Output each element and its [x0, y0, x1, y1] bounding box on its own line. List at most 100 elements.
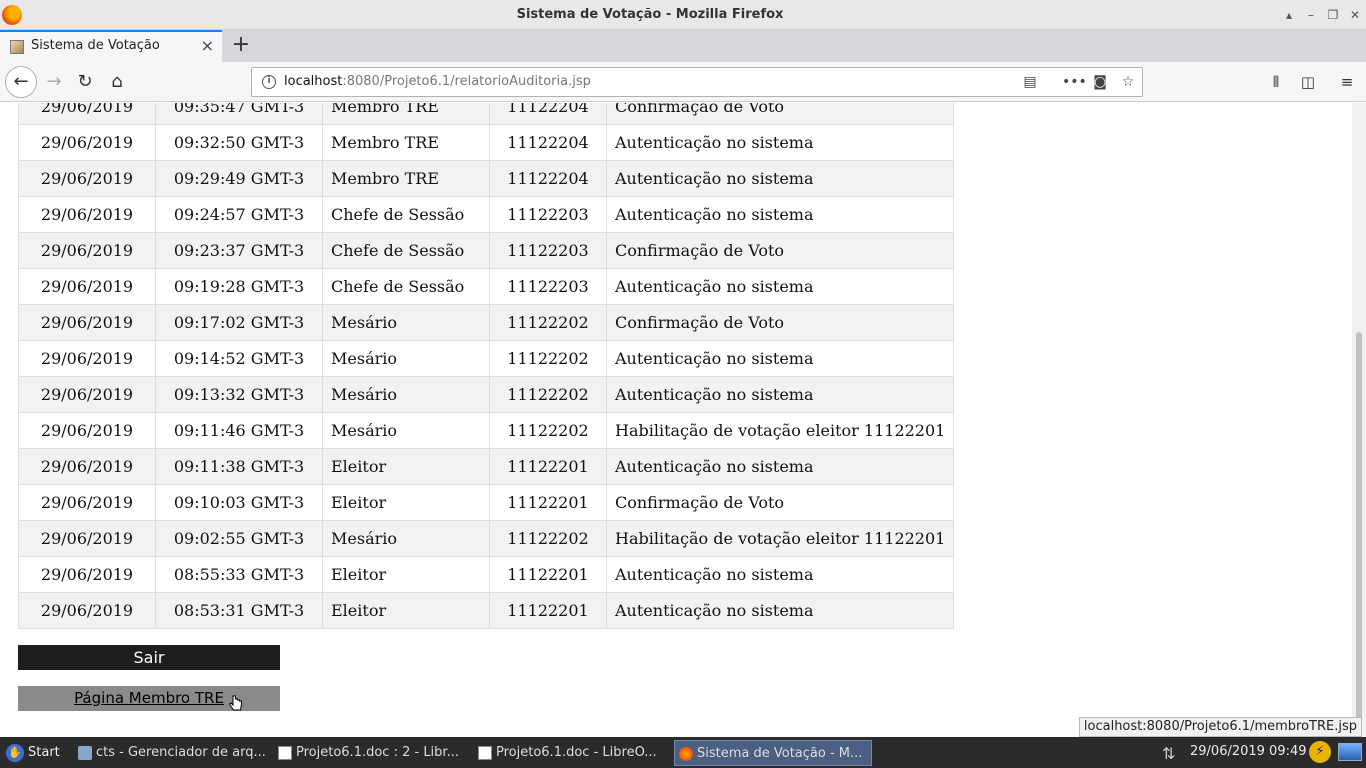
- cell-id: 11122202: [489, 412, 607, 449]
- page-content: 29/06/2019 09:35:47 GMT-3 Membro TRE 111222…: [0, 103, 1352, 737]
- cell-id: 11122202: [489, 376, 607, 413]
- cell-action: Autenticação no sistema: [605, 124, 955, 161]
- cell-time: 09:17:02 GMT-3: [155, 304, 323, 341]
- cell-action: Autenticação no sistema: [605, 448, 955, 485]
- sidebar-icon[interactable]: ◫: [1298, 72, 1318, 92]
- cell-id: 11122201: [489, 448, 607, 485]
- taskbar-item-libreoffice-2[interactable]: Projeto6.1.doc - LibreO...: [474, 740, 670, 766]
- network-icon[interactable]: ⇅: [1162, 744, 1175, 763]
- table-row: 29/06/2019 09:35:47 GMT-3 Membro TRE 111222…: [18, 103, 955, 125]
- page-scrollbar[interactable]: [1352, 103, 1366, 737]
- cell-id: 11122201: [489, 592, 607, 629]
- cell-time: 09:29:49 GMT-3: [155, 160, 323, 197]
- table-row: 29/06/2019 09:11:38 GMT-3 Eleitor 11122201 A…: [18, 448, 955, 485]
- navigation-toolbar: ← → ↻ ⌂ i localhost:8080/Projeto6.1/rela…: [0, 62, 1366, 102]
- taskbar-item-libreoffice-1[interactable]: Projeto6.1.doc : 2 - Libr...: [274, 740, 470, 766]
- folder-icon: [78, 746, 92, 760]
- tab-close-icon[interactable]: ×: [201, 36, 214, 55]
- new-tab-button[interactable]: +: [230, 32, 252, 58]
- cell-role: Mesário: [322, 304, 490, 341]
- cell-id: 11122202: [489, 520, 607, 557]
- taskbar-item-firefox[interactable]: Sistema de Votação - M...: [674, 740, 872, 766]
- cell-date: 29/06/2019: [18, 412, 156, 449]
- home-button[interactable]: ⌂: [103, 68, 131, 96]
- scrollbar-thumb[interactable]: [1356, 332, 1362, 732]
- cell-date: 29/06/2019: [18, 520, 156, 557]
- cell-time: 09:02:55 GMT-3: [155, 520, 323, 557]
- window-titlebar: Sistema de Votação - Mozilla Firefox ▴ –…: [0, 0, 1366, 30]
- reload-button[interactable]: ↻: [71, 68, 99, 96]
- page-favicon-icon: [10, 40, 24, 54]
- tab-label: Sistema de Votação: [31, 38, 160, 53]
- start-label: Start: [28, 745, 60, 760]
- taskbar-item-label: Projeto6.1.doc - LibreO...: [496, 745, 657, 760]
- cell-id: 11122202: [489, 340, 607, 377]
- forward-button[interactable]: →: [40, 68, 68, 96]
- url-text[interactable]: localhost:8080/Projeto6.1/relatorioAudit…: [284, 74, 591, 89]
- cell-time: 09:11:38 GMT-3: [155, 448, 323, 485]
- sair-button[interactable]: Sair: [18, 645, 280, 670]
- cell-action: Autenticação no sistema: [605, 376, 955, 413]
- bookmark-star-icon[interactable]: ☆: [1118, 72, 1138, 92]
- menu-icon[interactable]: ≡: [1337, 72, 1357, 92]
- power-icon[interactable]: ⚡: [1309, 741, 1331, 763]
- table-row: 29/06/2019 08:55:33 GMT-3 Eleitor 11122201 A…: [18, 556, 955, 593]
- cell-id: 11122204: [489, 124, 607, 161]
- start-menu-icon: ✋: [6, 744, 24, 762]
- page-actions-icon[interactable]: •••: [1062, 72, 1087, 92]
- audit-table: 29/06/2019 09:35:47 GMT-3 Membro TRE 111222…: [18, 103, 955, 629]
- window-close-icon[interactable]: ✕: [1346, 6, 1364, 24]
- firefox-icon: [679, 747, 693, 761]
- cell-role: Mesário: [322, 376, 490, 413]
- cell-date: 29/06/2019: [18, 484, 156, 521]
- display-icon[interactable]: [1338, 743, 1362, 761]
- cell-id: 11122203: [489, 232, 607, 269]
- cell-time: 09:35:47 GMT-3: [155, 103, 323, 125]
- table-row: 29/06/2019 09:32:50 GMT-3 Membro TRE 111222…: [18, 124, 955, 161]
- table-row: 29/06/2019 08:53:31 GMT-3 Eleitor 11122201 A…: [18, 592, 955, 629]
- cell-date: 29/06/2019: [18, 124, 156, 161]
- table-row: 29/06/2019 09:24:57 GMT-3 Chefe de Sessão 1…: [18, 196, 955, 233]
- cell-role: Eleitor: [322, 592, 490, 629]
- taskbar-item-file-manager[interactable]: cts - Gerenciador de arq...: [74, 740, 272, 766]
- cell-time: 09:10:03 GMT-3: [155, 484, 323, 521]
- cell-date: 29/06/2019: [18, 376, 156, 413]
- cell-action: Confirmação de Voto: [605, 103, 955, 125]
- pocket-icon[interactable]: ◙: [1090, 72, 1110, 92]
- table-row: 29/06/2019 09:17:02 GMT-3 Mesário 11122202 C…: [18, 304, 955, 341]
- cell-date: 29/06/2019: [18, 268, 156, 305]
- cell-action: Confirmação de Voto: [605, 484, 955, 521]
- cell-id: 11122201: [489, 556, 607, 593]
- reader-view-icon[interactable]: ▤: [1020, 72, 1040, 92]
- table-row: 29/06/2019 09:13:32 GMT-3 Mesário 11122202 A…: [18, 376, 955, 413]
- cell-role: Chefe de Sessão: [322, 196, 490, 233]
- table-row: 29/06/2019 09:11:46 GMT-3 Mesário 11122202 H…: [18, 412, 955, 449]
- back-button[interactable]: ←: [5, 66, 37, 98]
- table-row: 29/06/2019 09:19:28 GMT-3 Chefe de Sessão 1…: [18, 268, 955, 305]
- window-restore-icon[interactable]: ❐: [1324, 6, 1342, 24]
- cell-action: Autenticação no sistema: [605, 160, 955, 197]
- cell-time: 08:55:33 GMT-3: [155, 556, 323, 593]
- address-bar[interactable]: i localhost:8080/Projeto6.1/relatorioAud…: [251, 67, 1143, 97]
- library-icon[interactable]: ⫴: [1266, 72, 1286, 92]
- hand-cursor-icon: [229, 695, 242, 711]
- cell-action: Autenticação no sistema: [605, 268, 955, 305]
- start-button[interactable]: ✋ Start: [2, 741, 66, 765]
- cell-id: 11122204: [489, 103, 607, 125]
- cell-role: Membro TRE: [322, 103, 490, 125]
- cell-id: 11122202: [489, 304, 607, 341]
- site-info-icon[interactable]: i: [262, 75, 276, 89]
- cell-time: 09:23:37 GMT-3: [155, 232, 323, 269]
- window-up-icon[interactable]: ▴: [1280, 6, 1298, 24]
- cell-date: 29/06/2019: [18, 196, 156, 233]
- status-link-preview: localhost:8080/Projeto6.1/membroTRE.jsp: [1078, 717, 1362, 737]
- cell-time: 09:32:50 GMT-3: [155, 124, 323, 161]
- cell-role: Eleitor: [322, 484, 490, 521]
- taskbar-clock[interactable]: 29/06/2019 09:49: [1190, 744, 1307, 759]
- window-minimize-icon[interactable]: –: [1302, 6, 1320, 24]
- cell-action: Habilitação de votação eleitor 11122201: [605, 412, 955, 449]
- cell-time: 09:14:52 GMT-3: [155, 340, 323, 377]
- cell-role: Eleitor: [322, 556, 490, 593]
- cell-role: Mesário: [322, 520, 490, 557]
- tab-sistema-votacao[interactable]: Sistema de Votação ×: [0, 30, 222, 62]
